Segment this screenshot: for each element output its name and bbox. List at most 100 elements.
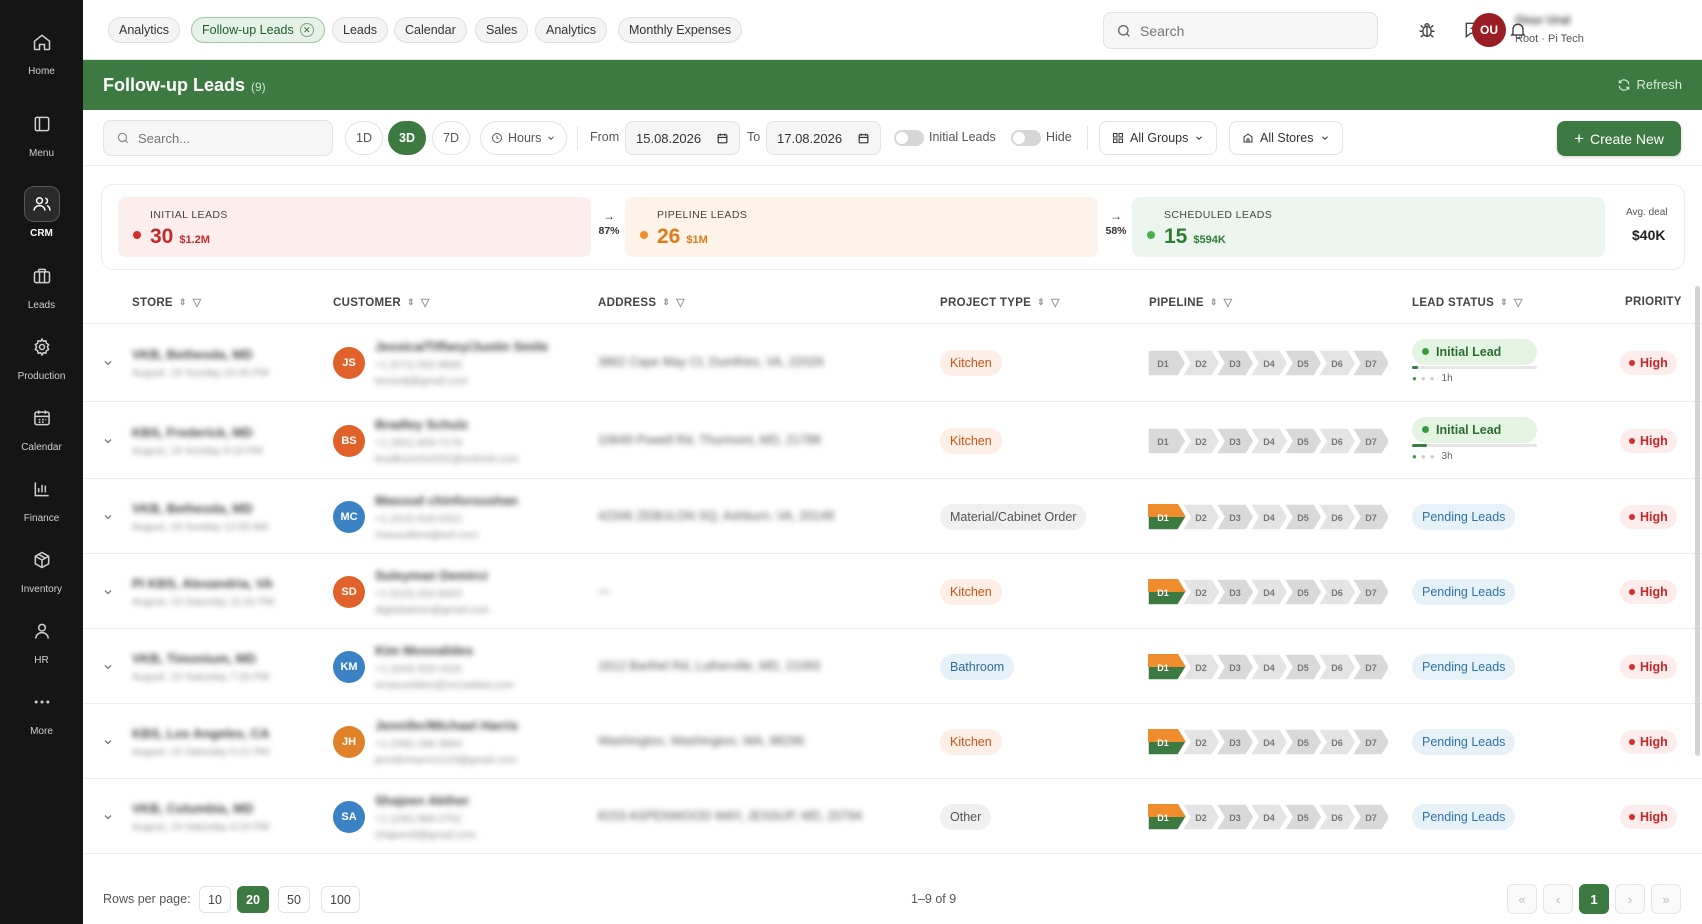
expand-chevron-icon[interactable] <box>102 511 114 523</box>
pipeline-stages[interactable]: D1 D2 D3 D4 D5 D6 D7 <box>1148 728 1388 755</box>
customer-cell[interactable]: Kim Mosxalides +1 (443) 928-1916 emanuel… <box>375 643 514 691</box>
pipeline-stages[interactable]: D1 D2 D3 D4 D5 D6 D7 <box>1148 653 1388 680</box>
pipeline-stages[interactable]: D1 D2 D3 D4 D5 D6 D7 <box>1148 503 1388 530</box>
sidebar-item-finance[interactable]: Finance <box>0 471 83 524</box>
tab-analytics[interactable]: Analytics <box>108 17 181 43</box>
customer-cell[interactable]: Masoud chinforoushan +1 (312) 618-0322 m… <box>375 493 518 541</box>
lead-search-input[interactable] <box>138 130 318 146</box>
expand-chevron-icon[interactable] <box>102 661 114 673</box>
range-1d-button[interactable]: 1D <box>345 121 383 155</box>
sidebar-item-production[interactable]: Production <box>0 329 83 382</box>
refresh-button[interactable]: Refresh <box>1617 77 1682 92</box>
lead-status-badge[interactable]: Pending Leads <box>1412 503 1516 530</box>
to-date-field[interactable]: 17.08.2026 <box>766 121 881 155</box>
table-row[interactable]: VKB, Columbia, MD August, 15 Saturday 4:… <box>83 779 1702 854</box>
hide-toggle[interactable] <box>1011 130 1041 146</box>
table-row[interactable]: PI KBS, Alexandria, VA August, 15 Saturd… <box>83 554 1702 629</box>
sort-icon[interactable]: ⇕ <box>1037 297 1045 308</box>
tab-calendar[interactable]: Calendar <box>394 17 467 43</box>
avatar[interactable]: OU <box>1472 13 1506 47</box>
lead-status-badge[interactable]: Pending Leads <box>1412 728 1516 755</box>
stores-dropdown[interactable]: All Stores <box>1229 121 1343 155</box>
range-3d-button[interactable]: 3D <box>388 121 426 155</box>
tab-follow-up-leads[interactable]: Follow-up Leads ✕ <box>191 17 325 43</box>
table-scrollbar[interactable] <box>1695 286 1700 756</box>
column-priority[interactable]: PRIORITY <box>1625 296 1682 308</box>
sidebar-item-home[interactable]: Home <box>0 24 83 77</box>
expand-chevron-icon[interactable] <box>102 586 114 598</box>
customer-cell[interactable]: Shajeen Akther +1 (240) 986-2752 shajeen… <box>375 793 476 841</box>
current-page-button[interactable]: 1 <box>1579 884 1609 914</box>
sidebar-item-inventory[interactable]: Inventory <box>0 542 83 595</box>
expand-chevron-icon[interactable] <box>102 811 114 823</box>
prev-page-button[interactable]: ‹ <box>1543 884 1573 914</box>
range-7d-button[interactable]: 7D <box>432 121 470 155</box>
sidebar-item-leads[interactable]: Leads <box>0 258 83 311</box>
customer-cell[interactable]: Bradley Schulz +1 (301) 809-7179 bradley… <box>375 417 519 465</box>
initial-leads-card[interactable]: INITIAL LEADS 30 $1.2M <box>118 197 591 257</box>
page-size-10[interactable]: 10 <box>199 886 231 913</box>
lead-search[interactable] <box>103 120 333 156</box>
page-size-50[interactable]: 50 <box>278 886 310 913</box>
page-size-100[interactable]: 100 <box>321 886 360 913</box>
tab-sales[interactable]: Sales <box>475 17 529 43</box>
bug-icon[interactable] <box>1417 20 1437 40</box>
filter-icon[interactable]: ▽ <box>193 296 202 309</box>
column-pipeline[interactable]: PIPELINE ⇕ ▽ <box>1149 296 1233 310</box>
from-date-field[interactable]: 15.08.2026 <box>625 121 740 155</box>
search-input[interactable] <box>1140 22 1360 39</box>
table-row[interactable]: KBS, Los Angeles, CA August, 15 Saturday… <box>83 704 1702 779</box>
column-customer[interactable]: CUSTOMER ⇕ ▽ <box>333 296 430 310</box>
priority-badge[interactable]: High <box>1620 350 1677 375</box>
lead-status-badge[interactable]: Pending Leads <box>1412 803 1516 830</box>
priority-badge[interactable]: High <box>1620 504 1677 529</box>
priority-badge[interactable]: High <box>1620 579 1677 604</box>
sort-icon[interactable]: ⇕ <box>407 297 415 308</box>
table-row[interactable]: VKB, Bethesda, MD August, 16 Sunday 10:4… <box>83 323 1702 402</box>
customer-cell[interactable]: Jessica/Tiffany/Justin Smile +1 (571) 59… <box>375 339 548 387</box>
last-page-button[interactable]: » <box>1651 884 1681 914</box>
tab-analytics-2[interactable]: Analytics <box>535 17 608 43</box>
tab-leads[interactable]: Leads <box>332 17 389 43</box>
column-project-type[interactable]: PROJECT TYPE ⇕ ▽ <box>940 296 1060 310</box>
filter-icon[interactable]: ▽ <box>421 296 430 309</box>
sort-icon[interactable]: ⇕ <box>1210 297 1218 308</box>
page-size-20[interactable]: 20 <box>237 886 269 913</box>
groups-dropdown[interactable]: All Groups <box>1099 121 1218 155</box>
sidebar-item-more[interactable]: More <box>0 684 83 737</box>
tab-monthly-expenses[interactable]: Monthly Expenses <box>618 17 743 43</box>
pipeline-stages[interactable]: D1 D2 D3 D4 D5 D6 D7 <box>1148 803 1388 830</box>
sidebar-item-crm[interactable]: CRM <box>0 186 83 239</box>
customer-cell[interactable]: Jennifer/Michael Harris +1 (206) 286-390… <box>375 718 518 766</box>
sort-icon[interactable]: ⇕ <box>179 297 187 308</box>
priority-badge[interactable]: High <box>1620 729 1677 754</box>
filter-icon[interactable]: ▽ <box>1224 296 1233 309</box>
next-page-button[interactable]: › <box>1615 884 1645 914</box>
pipeline-stages[interactable]: D1 D2 D3 D4 D5 D6 D7 <box>1148 427 1388 454</box>
filter-icon[interactable]: ▽ <box>1051 296 1060 309</box>
pipeline-stages[interactable]: D1 D2 D3 D4 D5 D6 D7 <box>1148 349 1388 376</box>
first-page-button[interactable]: « <box>1507 884 1537 914</box>
global-search[interactable] <box>1103 12 1378 49</box>
customer-cell[interactable]: Suleyman Demirci +1 (515) 252-8303 digit… <box>375 568 490 616</box>
column-address[interactable]: ADDRESS ⇕ ▽ <box>598 296 685 310</box>
column-store[interactable]: STORE ⇕ ▽ <box>132 296 202 310</box>
sidebar-item-hr[interactable]: HR <box>0 613 83 666</box>
lead-status-badge[interactable]: Initial Lead <box>1412 338 1537 365</box>
expand-chevron-icon[interactable] <box>102 435 114 447</box>
expand-chevron-icon[interactable] <box>102 357 114 369</box>
column-lead-status[interactable]: LEAD STATUS ⇕ ▽ <box>1412 296 1523 310</box>
create-new-button[interactable]: + Create New <box>1557 121 1681 156</box>
sidebar-item-calendar[interactable]: Calendar <box>0 400 83 453</box>
filter-icon[interactable]: ▽ <box>1514 296 1523 309</box>
sidebar-item-menu[interactable]: Menu <box>0 106 83 159</box>
priority-badge[interactable]: High <box>1620 654 1677 679</box>
initial-leads-toggle[interactable] <box>894 130 924 146</box>
sort-icon[interactable]: ⇕ <box>1500 297 1508 308</box>
table-row[interactable]: KBS, Frederick, MD August, 16 Sunday 9:1… <box>83 402 1702 479</box>
table-row[interactable]: VKB, Bethesda, MD August, 16 Sunday 12:5… <box>83 479 1702 554</box>
filter-icon[interactable]: ▽ <box>676 296 685 309</box>
lead-status-badge[interactable]: Pending Leads <box>1412 578 1516 605</box>
close-icon[interactable]: ✕ <box>299 23 314 37</box>
lead-status-badge[interactable]: Pending Leads <box>1412 653 1516 680</box>
